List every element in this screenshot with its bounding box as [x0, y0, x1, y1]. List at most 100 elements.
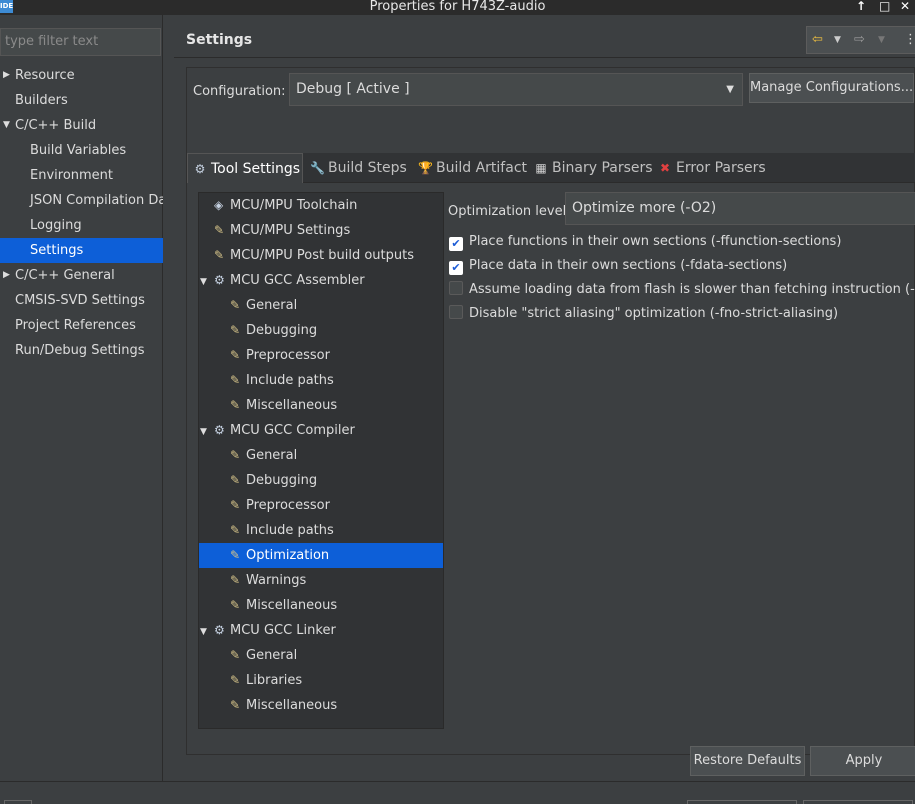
- tree-item[interactable]: ✎ Miscellaneous: [199, 593, 443, 618]
- sidebar-item[interactable]: ▶ Resource: [0, 63, 163, 88]
- sidebar-item[interactable]: Settings: [0, 238, 163, 263]
- tree-item[interactable]: ✎ Optimization: [199, 543, 443, 568]
- sidebar-item[interactable]: JSON Compilation Dat: [0, 188, 163, 213]
- tree-item-label: MCU/MPU Settings: [230, 223, 351, 238]
- sidebar-item-label: Resource: [15, 68, 75, 83]
- optimization-level-select[interactable]: Optimize more (-O2): [565, 192, 915, 225]
- tree-item[interactable]: ◈ MCU/MPU Toolchain: [199, 193, 443, 218]
- sidebar-item-label: Environment: [30, 168, 114, 183]
- tab[interactable]: ✖ Error Parsers: [653, 153, 771, 183]
- gear-icon: ⚙: [214, 423, 225, 437]
- tree-item[interactable]: ✎ MCU/MPU Settings: [199, 218, 443, 243]
- tree-item[interactable]: ✎ Debugging: [199, 318, 443, 343]
- optimization-option[interactable]: ✔ Place functions in their own sections (…: [449, 232, 915, 252]
- chevron-down-icon: ▼: [726, 84, 734, 95]
- chevron-right-icon[interactable]: ▶: [3, 263, 10, 288]
- optimization-option[interactable]: Disable "strict aliasing" optimization (…: [449, 304, 915, 324]
- settings-page-icon: ✎: [230, 473, 241, 487]
- tree-item[interactable]: ✎ General: [199, 443, 443, 468]
- help-button[interactable]: [4, 800, 32, 804]
- forward-arrow-icon[interactable]: ⇨: [854, 32, 865, 47]
- tree-item-label: Optimization: [246, 548, 330, 563]
- tab[interactable]: ⚙ Tool Settings: [187, 153, 303, 183]
- optimization-level-label: Optimization level: [448, 204, 567, 219]
- tree-item[interactable]: ✎ General: [199, 293, 443, 318]
- sidebar-item-label: CMSIS-SVD Settings: [15, 293, 145, 308]
- sidebar-item[interactable]: Build Variables: [0, 138, 163, 163]
- sidebar-item[interactable]: Logging: [0, 213, 163, 238]
- maximize-icon[interactable]: □: [879, 0, 890, 13]
- optimization-option[interactable]: ✔ Place data in their own sections (-fdat…: [449, 256, 915, 276]
- sidebar-item-label: Logging: [30, 218, 82, 233]
- manage-configurations-button[interactable]: Manage Configurations...: [749, 73, 914, 103]
- tree-item-label: Debugging: [246, 323, 318, 338]
- tool-settings-tree: ◈ MCU/MPU Toolchain ✎ MCU/MPU Settings ✎ MCU/…: [198, 192, 444, 729]
- tree-item-label: MCU GCC Linker: [230, 623, 336, 638]
- tree-item[interactable]: ✎ Debugging: [199, 468, 443, 493]
- tree-item[interactable]: ▼ ⚙ MCU GCC Compiler: [199, 418, 443, 443]
- title-bar: IDE Properties for H743Z-audio ↑ □ ✕: [0, 0, 915, 15]
- tree-item[interactable]: ✎ Include paths: [199, 368, 443, 393]
- optimization-option[interactable]: Assume loading data from flash is slower…: [449, 280, 915, 300]
- tab-label: Error Parsers: [676, 160, 766, 176]
- window-title: Properties for H743Z-audio: [369, 0, 546, 14]
- checkbox-checked[interactable]: ✔: [449, 237, 463, 251]
- tree-item-label: Miscellaneous: [246, 398, 338, 413]
- sidebar-item[interactable]: Builders: [0, 88, 163, 113]
- checkbox[interactable]: [449, 305, 463, 319]
- sidebar-item[interactable]: CMSIS-SVD Settings: [0, 288, 163, 313]
- configuration-select[interactable]: Debug [ Active ] ▼: [289, 73, 743, 106]
- option-label: Place functions in their own sections (-…: [469, 234, 842, 249]
- tree-item-label: Warnings: [246, 573, 307, 588]
- tab[interactable]: ▦ Binary Parsers: [529, 153, 652, 183]
- chevron-down-icon[interactable]: ▼: [200, 620, 214, 645]
- chevron-down-icon[interactable]: ▼: [3, 113, 10, 138]
- forward-dropdown-icon[interactable]: ▼: [878, 35, 885, 45]
- tree-item[interactable]: ✎ Warnings: [199, 568, 443, 593]
- chevron-down-icon[interactable]: ▼: [200, 270, 214, 295]
- apply-and-close-button[interactable]: [687, 800, 797, 804]
- cancel-button[interactable]: [803, 800, 913, 804]
- sidebar-item[interactable]: Project References: [0, 313, 163, 338]
- tab[interactable]: 🏆 Build Artifact: [413, 153, 527, 183]
- settings-page-icon: ✎: [230, 523, 241, 537]
- settings-page-icon: ✎: [230, 323, 241, 337]
- tree-item[interactable]: ✎ Preprocessor: [199, 343, 443, 368]
- close-icon[interactable]: ✕: [900, 0, 910, 13]
- tree-item[interactable]: ✎ MCU/MPU Post build outputs: [199, 243, 443, 268]
- sidebar-item[interactable]: Run/Debug Settings: [0, 338, 163, 363]
- left-navigation-pane: type filter text ▶ Resource Builders ▼ C/C++…: [0, 15, 163, 781]
- tree-item[interactable]: ✎ Miscellaneous: [199, 393, 443, 418]
- sidebar-item[interactable]: ▼ C/C++ Build: [0, 113, 163, 138]
- settings-page-icon: ✎: [230, 548, 241, 562]
- settings-page-icon: ✎: [230, 448, 241, 462]
- view-menu-icon[interactable]: ⋮: [904, 32, 915, 47]
- tool-tabs: ⚙ Tool Settings 🔧 Build Steps 🏆 Build Artifac…: [187, 153, 915, 183]
- tree-item[interactable]: ✎ Include paths: [199, 518, 443, 543]
- sidebar-item[interactable]: ▶ C/C++ General: [0, 263, 163, 288]
- checkbox-checked[interactable]: ✔: [449, 261, 463, 275]
- back-arrow-icon[interactable]: ⇦: [812, 32, 823, 47]
- tree-item[interactable]: ✎ General: [199, 643, 443, 668]
- filter-input[interactable]: type filter text: [0, 28, 161, 56]
- tab[interactable]: 🔧 Build Steps: [305, 153, 411, 183]
- tree-item-label: Preprocessor: [246, 348, 330, 363]
- apply-button[interactable]: Apply: [810, 746, 915, 776]
- configuration-label: Configuration:: [193, 84, 286, 99]
- checkbox[interactable]: [449, 281, 463, 295]
- chevron-right-icon[interactable]: ▶: [3, 63, 10, 88]
- settings-page-icon: ✎: [230, 598, 241, 612]
- restore-defaults-button[interactable]: Restore Defaults: [690, 746, 805, 776]
- sidebar-item[interactable]: Environment: [0, 163, 163, 188]
- bottom-button-bar: [0, 781, 915, 804]
- tree-item[interactable]: ▼ ⚙ MCU GCC Linker: [199, 618, 443, 643]
- app-icon: IDE: [0, 0, 13, 13]
- up-arrow-icon[interactable]: ↑: [856, 0, 866, 13]
- tree-item[interactable]: ▼ ⚙ MCU GCC Assembler: [199, 268, 443, 293]
- sidebar-item-label: Builders: [15, 93, 68, 108]
- tree-item[interactable]: ✎ Preprocessor: [199, 493, 443, 518]
- tree-item[interactable]: ✎ Miscellaneous: [199, 693, 443, 718]
- tree-item[interactable]: ✎ Libraries: [199, 668, 443, 693]
- back-dropdown-icon[interactable]: ▼: [834, 35, 841, 45]
- chevron-down-icon[interactable]: ▼: [200, 420, 214, 445]
